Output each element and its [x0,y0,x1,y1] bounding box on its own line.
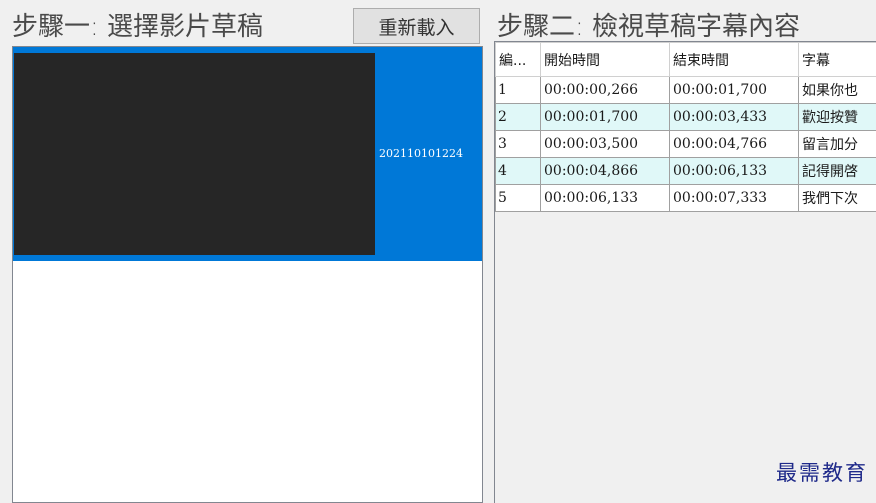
cell-subtitle[interactable]: 我們下次 [798,184,876,212]
cell-end-time[interactable]: 00:00:06,133 [669,157,799,185]
column-header-number[interactable]: 編... [495,42,541,77]
cell-start-time[interactable]: 00:00:06,133 [540,184,670,212]
step2-title: 步驟二: 檢視草稿字幕內容 [497,12,801,42]
cell-end-time[interactable]: 00:00:01,700 [669,76,799,104]
cell-end-time[interactable]: 00:00:07,333 [669,184,799,212]
app-window: 步驟一: 選擇影片草稿 重新載入 202110101224 步驟二: 檢視草稿字… [0,0,876,503]
column-header-subtitle[interactable]: 字幕 [798,42,876,77]
cell-start-time[interactable]: 00:00:01,700 [540,103,670,131]
cell-subtitle[interactable]: 歡迎按贊 [798,103,876,131]
subtitle-table: 編... 開始時間 結束時間 字幕 1 00:00:00,266 00:00:0… [495,42,876,212]
cell-start-time[interactable]: 00:00:00,266 [540,76,670,104]
column-header-end-time[interactable]: 結束時間 [669,42,799,77]
cell-subtitle[interactable]: 如果你也 [798,76,876,104]
cell-subtitle[interactable]: 記得開啓 [798,157,876,185]
cell-number[interactable]: 3 [495,130,541,158]
table-row[interactable]: 3 00:00:03,500 00:00:04,766 留言加分 [495,130,876,158]
watermark-text: 最需教育 [776,461,868,485]
table-row[interactable]: 5 00:00:06,133 00:00:07,333 我們下次 [495,184,876,212]
cell-number[interactable]: 5 [495,184,541,212]
cell-start-time[interactable]: 00:00:04,866 [540,157,670,185]
draft-list[interactable]: 202110101224 [12,46,483,503]
cell-number[interactable]: 1 [495,76,541,104]
subtitle-grid[interactable]: 編... 開始時間 結束時間 字幕 1 00:00:00,266 00:00:0… [494,41,876,503]
column-header-start-time[interactable]: 開始時間 [540,42,670,77]
table-row[interactable]: 4 00:00:04,866 00:00:06,133 記得開啓 [495,157,876,185]
cell-end-time[interactable]: 00:00:03,433 [669,103,799,131]
table-row[interactable]: 1 00:00:00,266 00:00:01,700 如果你也 [495,76,876,104]
cell-subtitle[interactable]: 留言加分 [798,130,876,158]
header-row: 編... 開始時間 結束時間 字幕 [495,42,876,77]
draft-item[interactable]: 202110101224 [13,47,482,261]
draft-thumbnail[interactable] [14,53,375,255]
cell-number[interactable]: 2 [495,103,541,131]
reload-button[interactable]: 重新載入 [353,8,480,44]
step1-title: 步驟一: 選擇影片草稿 [12,12,264,42]
cell-end-time[interactable]: 00:00:04,766 [669,130,799,158]
table-row[interactable]: 2 00:00:01,700 00:00:03,433 歡迎按贊 [495,103,876,131]
cell-start-time[interactable]: 00:00:03,500 [540,130,670,158]
cell-number[interactable]: 4 [495,157,541,185]
draft-name: 202110101224 [379,147,463,160]
